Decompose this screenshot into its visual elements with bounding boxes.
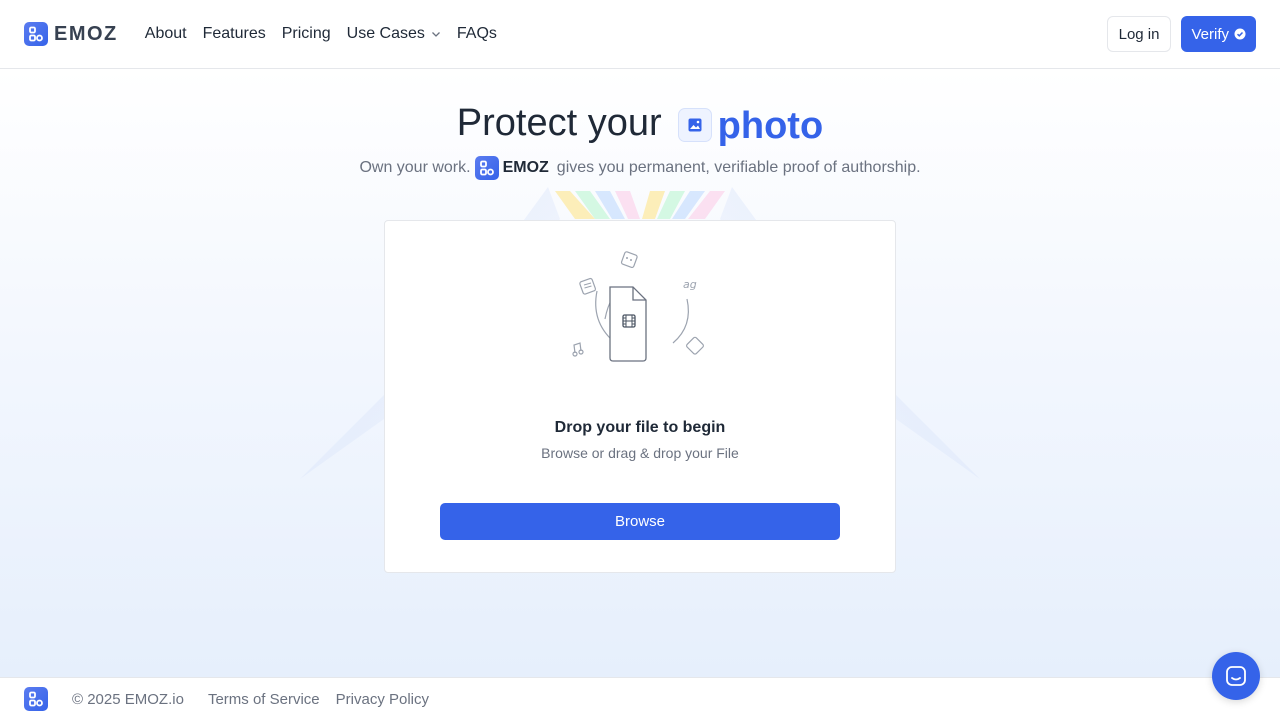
emoz-logo-icon [474, 156, 499, 180]
music-note-icon [572, 342, 584, 357]
dropzone-title: Drop your file to begin [554, 419, 726, 436]
main-nav: About Features Pricing Use Cases FAQs [145, 25, 497, 43]
verify-button[interactable]: Verify [1181, 16, 1256, 52]
brand-logo[interactable]: EMOZ [24, 22, 118, 46]
subtitle-brand: EMOZ [502, 159, 549, 176]
browse-button[interactable]: Browse [440, 503, 840, 540]
document-icon [579, 277, 597, 295]
nav-use-cases[interactable]: Use Cases [347, 25, 441, 43]
emoz-logo-icon [24, 22, 48, 46]
nav-features[interactable]: Features [203, 25, 266, 43]
subtitle-suffix: gives you permanent, verifiable proof of… [556, 159, 921, 176]
hero-title-highlight: photo [717, 105, 824, 147]
terms-link[interactable]: Terms of Service [208, 691, 320, 708]
header-actions: Log in Verify [1106, 16, 1256, 52]
nav-use-cases-label: Use Cases [346, 25, 425, 42]
copyright-text: © 2025 EMOZ.io [72, 690, 184, 708]
chevron-down-icon [431, 32, 440, 37]
login-button[interactable]: Log in [1106, 16, 1172, 52]
verified-badge-icon [1234, 28, 1246, 40]
emoz-logo-icon[interactable] [24, 687, 48, 711]
sticker-icon [620, 251, 638, 269]
text-icon: ag [683, 278, 697, 291]
brand-name: EMOZ [54, 22, 118, 45]
nav-pricing[interactable]: Pricing [282, 25, 331, 43]
hero-title: Protect your photo [0, 99, 1280, 148]
main-content: Protect your photo Own your work. EMOZ g… [0, 69, 1280, 677]
hero-subtitle: Own your work. EMOZ gives you permanent,… [0, 156, 1280, 180]
top-navbar: EMOZ About Features Pricing Use Cases FA… [0, 0, 1280, 69]
chat-icon [1226, 666, 1246, 686]
file-upload-dropzone[interactable]: ag Drop your file to begin Browse or dra… [384, 220, 896, 573]
privacy-link[interactable]: Privacy Policy [336, 691, 429, 708]
chat-launcher-button[interactable] [1212, 652, 1260, 700]
verify-button-label: Verify [1191, 25, 1229, 43]
hero-title-prefix: Protect your [456, 102, 662, 144]
pen-tool-icon [686, 336, 704, 355]
nav-about[interactable]: About [145, 25, 187, 43]
dropzone-subtitle: Browse or drag & drop your File [541, 445, 739, 461]
file-types-illustration: ag [572, 251, 704, 362]
nav-faqs[interactable]: FAQs [457, 25, 497, 43]
footer: © 2025 EMOZ.io Terms of Service Privacy … [0, 677, 1280, 720]
subtitle-prefix: Own your work. [359, 159, 471, 176]
image-icon [677, 107, 712, 142]
